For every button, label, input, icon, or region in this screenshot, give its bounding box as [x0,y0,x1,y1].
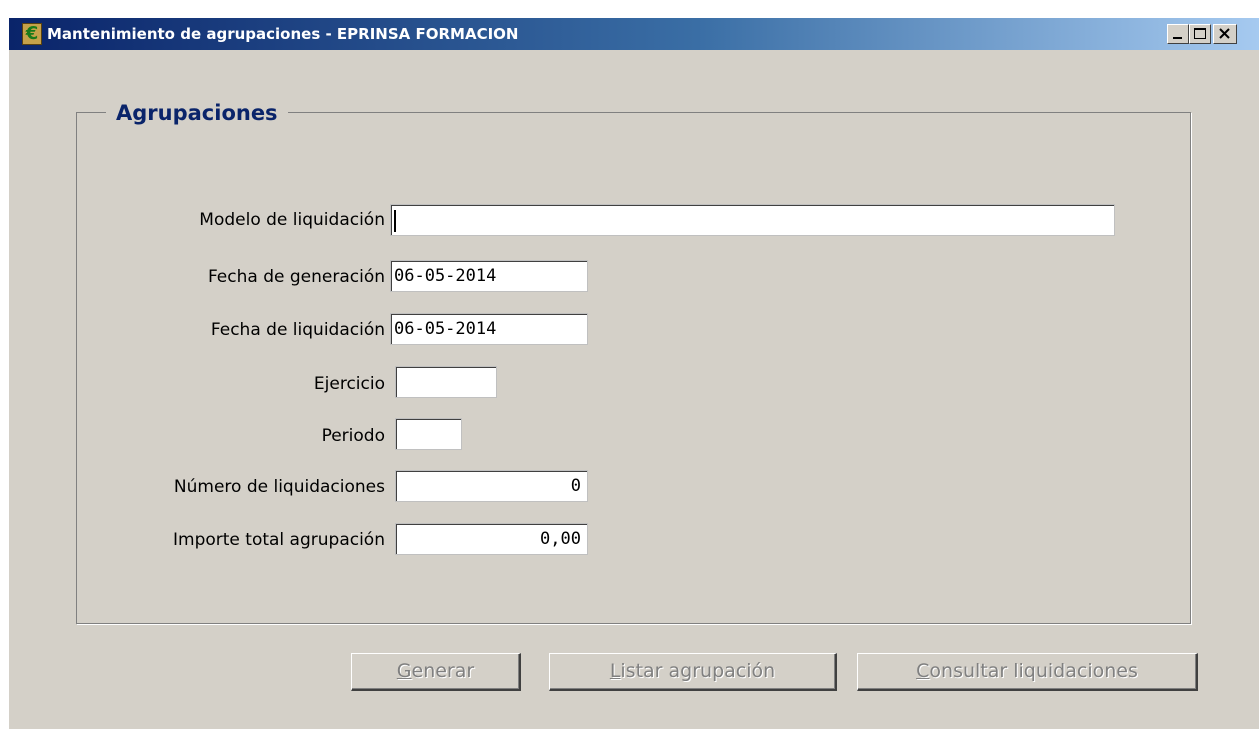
fecha-generacion-label: Fecha de generación [207,267,385,287]
importe-total-field[interactable]: 0,00 [395,523,588,555]
close-button[interactable] [1213,24,1237,44]
title-bar[interactable]: € Mantenimiento de agrupaciones - EPRINS… [9,18,1259,50]
numero-liquidaciones-label: Número de liquidaciones [173,477,385,497]
window-title: Mantenimiento de agrupaciones - EPRINSA … [47,25,519,43]
generar-label: enerar [411,660,475,682]
consultar-accel: C [916,660,930,682]
maximize-button[interactable] [1189,24,1211,44]
fecha-generacion-value: 06-05-2014 [394,266,497,286]
fecha-liquidacion-value: 06-05-2014 [394,319,497,339]
importe-total-label: Importe total agrupación [173,530,385,550]
close-icon [1219,28,1230,39]
consultar-label: onsultar liquidaciones [929,660,1138,682]
consultar-liquidaciones-button[interactable]: Consultar liquidaciones [857,653,1198,691]
importe-total-value: 0,00 [540,529,581,549]
euro-icon[interactable]: € [22,23,42,45]
maximize-icon [1194,28,1206,39]
group-title: Agrupaciones [106,98,288,128]
listar-label: istar agrupación [620,660,776,682]
numero-liquidaciones-field[interactable]: 0 [395,470,588,502]
fecha-liquidacion-label: Fecha de liquidación [210,320,385,340]
modelo-label: Modelo de liquidación [199,210,385,230]
listar-agrupacion-button[interactable]: Listar agrupación [549,653,837,691]
generar-button[interactable]: Generar [351,653,521,691]
periodo-field[interactable] [395,418,462,450]
numero-liquidaciones-value: 0 [570,476,581,496]
modelo-field[interactable] [390,204,1115,236]
ejercicio-field[interactable] [395,366,497,398]
text-caret [394,210,396,232]
window: € Mantenimiento de agrupaciones - EPRINS… [8,18,1259,729]
periodo-label: Periodo [321,426,385,446]
ejercicio-label: Ejercicio [313,374,385,394]
minimize-icon [1173,37,1182,39]
minimize-button[interactable] [1167,24,1189,44]
fecha-liquidacion-field[interactable]: 06-05-2014 [390,313,588,345]
fecha-generacion-field[interactable]: 06-05-2014 [390,260,588,292]
generar-accel: G [396,660,412,682]
listar-accel: L [609,660,621,682]
